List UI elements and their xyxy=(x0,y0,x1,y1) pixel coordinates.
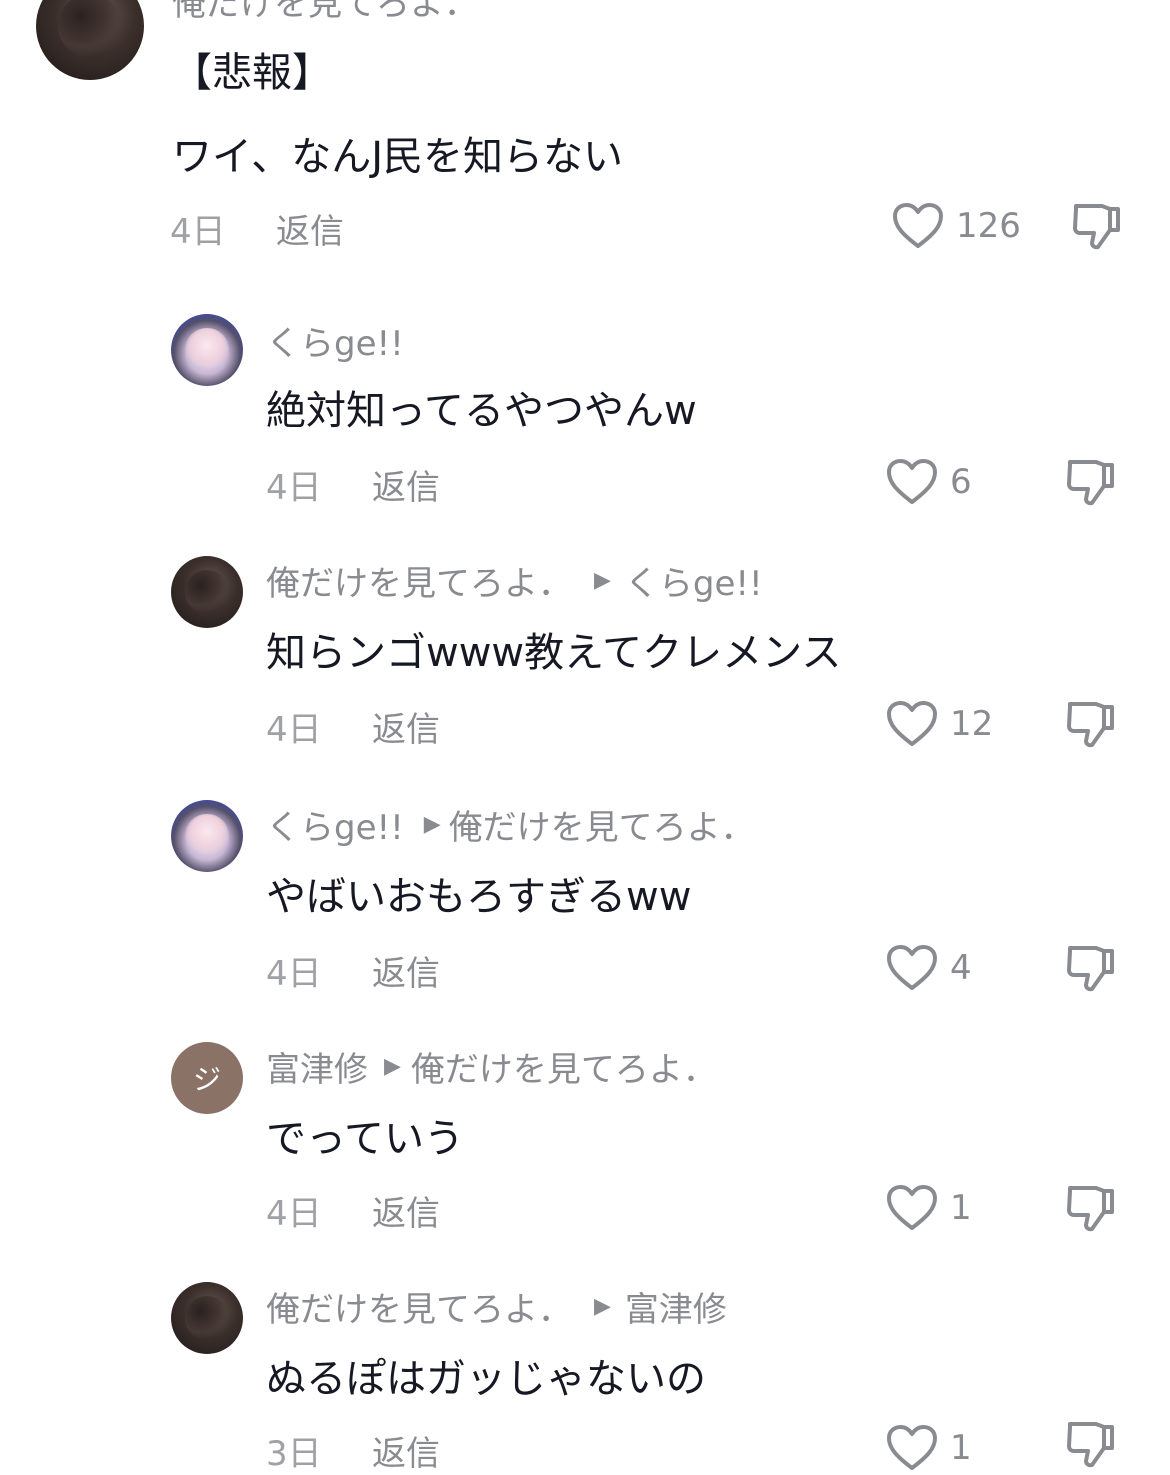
reply-button[interactable]: 返信 xyxy=(372,460,440,509)
comment-text: ワイ、なんJ民を知らない xyxy=(172,134,623,180)
comment-time: 4日 xyxy=(170,212,226,252)
username-text[interactable]: 俺だけを見てろよ． xyxy=(172,0,478,25)
comment-text: ぬるぽはガッじゃないの xyxy=(266,1356,706,1402)
comment-username[interactable]: くらge!! xyxy=(266,316,404,365)
avatar-image xyxy=(185,814,229,858)
avatar[interactable] xyxy=(171,314,243,386)
like-count: 6 xyxy=(950,462,972,502)
comment-text: でっていう xyxy=(266,1116,464,1162)
thumbs-down-icon[interactable] xyxy=(1066,1182,1116,1234)
reply-to-username[interactable]: 俺だけを見てろよ． xyxy=(411,1042,717,1091)
heart-icon[interactable] xyxy=(886,944,938,992)
like-count: 1 xyxy=(950,1428,972,1468)
like-count: 4 xyxy=(950,948,972,988)
reply-button[interactable]: 返信 xyxy=(276,204,344,253)
avatar-letter: ジ xyxy=(192,1063,221,1096)
triangle-right-icon: ▶ xyxy=(384,1054,401,1079)
reply-to-username[interactable]: くらge!! xyxy=(625,556,763,605)
username-text[interactable]: 俺だけを見てろよ． xyxy=(266,1282,572,1331)
avatar[interactable] xyxy=(171,556,243,628)
heart-icon[interactable] xyxy=(892,202,944,250)
avatar-image xyxy=(57,0,123,59)
comment-username[interactable]: 俺だけを見てろよ． ▶ くらge!! xyxy=(266,556,763,605)
avatar-image xyxy=(185,1296,229,1340)
comment-text: 知らンゴwww教えてクレメンス xyxy=(266,630,842,676)
reply-button[interactable]: 返信 xyxy=(372,946,440,995)
comment-username[interactable]: 富津修 ▶ 俺だけを見てろよ． xyxy=(266,1042,717,1091)
avatar-image xyxy=(185,570,229,614)
username-text[interactable]: 富津修 xyxy=(266,1042,368,1091)
heart-icon[interactable] xyxy=(886,1424,938,1472)
avatar-image xyxy=(185,328,229,372)
comment-time: 4日 xyxy=(266,468,322,508)
comment-time: 4日 xyxy=(266,1194,322,1234)
reply-to-username[interactable]: 俺だけを見てろよ． xyxy=(449,800,755,849)
avatar[interactable] xyxy=(171,800,243,872)
triangle-right-icon: ▶ xyxy=(594,568,611,593)
avatar[interactable]: ジ xyxy=(171,1042,243,1114)
comment-text: やばいおもろすぎるww xyxy=(266,874,692,920)
username-text[interactable]: くらge!! xyxy=(266,800,404,849)
reply-to-username[interactable]: 富津修 xyxy=(625,1282,727,1331)
comment-heading: 【悲報】 xyxy=(172,50,332,96)
thumbs-down-icon[interactable] xyxy=(1066,456,1116,508)
like-count: 126 xyxy=(956,206,1021,246)
heart-icon[interactable] xyxy=(886,458,938,506)
thumbs-down-icon[interactable] xyxy=(1066,942,1116,994)
reply-button[interactable]: 返信 xyxy=(372,702,440,751)
thumbs-down-icon[interactable] xyxy=(1066,698,1116,750)
heart-icon[interactable] xyxy=(886,1184,938,1232)
triangle-right-icon: ▶ xyxy=(594,1294,611,1319)
comment-username[interactable]: くらge!! ▶ 俺だけを見てろよ． xyxy=(266,800,755,849)
username-text[interactable]: 俺だけを見てろよ． xyxy=(266,556,572,605)
thumbs-down-icon[interactable] xyxy=(1072,200,1122,252)
triangle-right-icon: ▶ xyxy=(423,812,441,837)
like-count: 1 xyxy=(950,1188,972,1228)
avatar[interactable] xyxy=(171,1282,243,1354)
comment-text: 絶対知ってるやつやんw xyxy=(266,388,697,434)
comment-time: 4日 xyxy=(266,710,322,750)
comment-time: 4日 xyxy=(266,954,322,994)
like-count: 12 xyxy=(950,704,994,744)
heart-icon[interactable] xyxy=(886,700,938,748)
username-text[interactable]: くらge!! xyxy=(266,316,404,365)
comment-username[interactable]: 俺だけを見てろよ． xyxy=(172,0,478,24)
comment-username[interactable]: 俺だけを見てろよ． ▶ 富津修 xyxy=(266,1282,727,1331)
reply-button[interactable]: 返信 xyxy=(372,1186,440,1235)
thumbs-down-icon[interactable] xyxy=(1066,1418,1116,1470)
avatar[interactable] xyxy=(36,0,144,80)
